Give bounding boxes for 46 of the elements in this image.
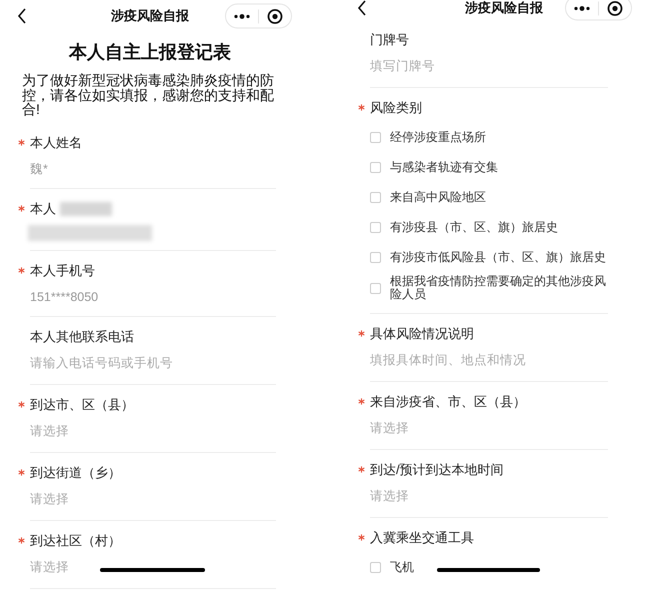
field-label: 来自涉疫省、市、区（县）	[370, 393, 526, 412]
field-label: 到达街道（乡）	[30, 464, 121, 482]
checkbox[interactable]	[370, 282, 381, 294]
input-field[interactable]: 填报具体时间、地点和情况	[370, 350, 608, 370]
field-label: 到达/预计到达本地时间	[370, 461, 504, 480]
field-label: 门牌号	[370, 31, 409, 50]
field-label: 到达市、区（县）	[30, 396, 134, 414]
checkbox[interactable]	[370, 252, 381, 262]
more-icon[interactable]	[233, 13, 251, 19]
checkbox[interactable]	[370, 222, 381, 232]
input-field[interactable]: 请选择	[30, 556, 276, 576]
field-label: 风险类别	[370, 99, 422, 118]
window-title: 涉疫风险自报	[465, 0, 543, 18]
back-icon[interactable]	[16, 7, 28, 25]
option-label[interactable]: 根据我省疫情防控需要确定的其他涉疫风险人员	[390, 275, 608, 301]
input-field[interactable]: 请输入电话号码或手机号	[30, 352, 276, 372]
checkbox[interactable]	[370, 132, 381, 142]
input-field[interactable]: 请选择	[30, 488, 276, 508]
input-field[interactable]: 填写门牌号	[370, 56, 608, 76]
checkbox[interactable]	[370, 562, 381, 572]
option-label[interactable]: 与感染者轨迹有交集	[390, 160, 498, 174]
input-field[interactable]: 请选择	[30, 420, 276, 440]
redaction-mark	[60, 202, 112, 216]
field-label: 具体风险情况说明	[370, 325, 474, 344]
checkbox[interactable]	[370, 192, 381, 202]
checkbox[interactable]	[370, 162, 381, 172]
close-icon[interactable]	[267, 8, 283, 24]
form-title: 本人自主上报登记表	[68, 41, 232, 64]
option-label[interactable]: 有涉疫市低风险县（市、区、旗）旅居史	[390, 250, 606, 264]
close-icon[interactable]	[607, 0, 623, 16]
field-label: 本人手机号	[30, 262, 95, 280]
option-label[interactable]: 有涉疫县（市、区、旗）旅居史	[390, 220, 558, 234]
option-label[interactable]: 经停涉疫重点场所	[390, 130, 486, 144]
option-label[interactable]: 来自高中风险地区	[390, 190, 486, 204]
input-field[interactable]: 请选择	[370, 486, 608, 506]
field-label: 本人姓名	[30, 134, 82, 152]
input-field[interactable]: 请选择	[370, 418, 608, 438]
more-icon[interactable]	[573, 5, 591, 11]
option-label[interactable]: 飞机	[390, 560, 414, 574]
window-title: 涉疫风险自报	[111, 7, 189, 26]
field-label: 入冀乘坐交通工具	[370, 529, 474, 548]
field-label: 到达社区（村）	[30, 532, 121, 550]
field-label: 本人	[30, 200, 56, 218]
intro-text: 为了做好新型冠状病毒感染肺炎疫情的防控，请各位如实填报，感谢您的支持和配合!	[22, 73, 275, 116]
back-icon[interactable]	[356, 0, 368, 17]
field-label: 本人其他联系电话	[30, 328, 134, 346]
